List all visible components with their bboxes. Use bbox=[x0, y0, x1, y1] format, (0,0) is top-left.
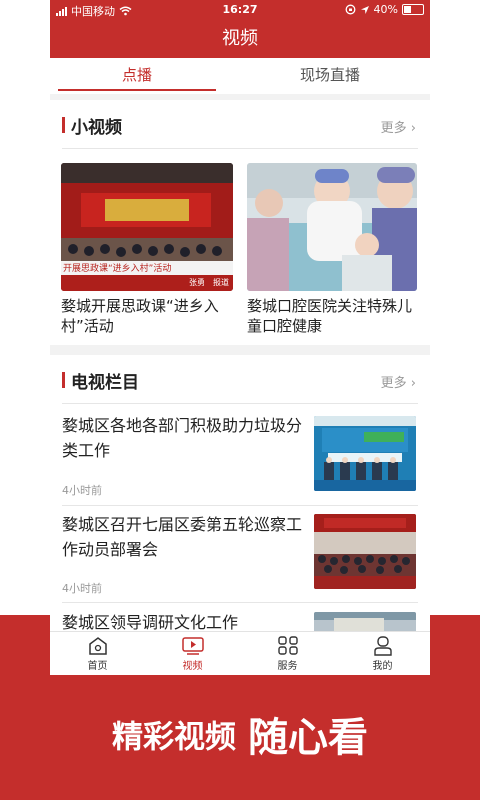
news-time: 4小时前 bbox=[62, 484, 102, 497]
bottom-nav: 首页 视频 服务 我的 bbox=[50, 631, 430, 675]
divider bbox=[62, 602, 418, 603]
nav-label: 我的 bbox=[372, 661, 393, 672]
page-title: 视频 bbox=[50, 20, 430, 58]
short-video-section: 小视频 更多 › 开展思政课“进乡入村”活动 张勇 报道 婺城开展思政课“进乡入… bbox=[50, 100, 430, 345]
lock-rotation-icon bbox=[345, 4, 355, 15]
short-video-more-link[interactable]: 更多 › bbox=[381, 117, 416, 136]
divider bbox=[62, 505, 418, 506]
news-title[interactable]: 婺城区各地各部门积极助力垃圾分类工作 bbox=[62, 413, 302, 463]
thumbnail-banner-text: 开展思政课“进乡入村”活动 bbox=[63, 264, 172, 274]
video-thumbnail[interactable]: 开展思政课“进乡入村”活动 张勇 报道 bbox=[61, 163, 233, 291]
news-title[interactable]: 婺城区召开七届区委第五轮巡察工作动员部署会 bbox=[62, 512, 302, 562]
home-icon bbox=[88, 637, 107, 655]
chevron-right-icon: › bbox=[406, 121, 416, 136]
active-tab-indicator bbox=[58, 89, 216, 91]
location-icon bbox=[360, 5, 369, 14]
news-time: 4小时前 bbox=[62, 582, 102, 595]
nav-home[interactable]: 首页 bbox=[50, 632, 145, 675]
grid-icon bbox=[277, 636, 298, 655]
chevron-right-icon: › bbox=[406, 376, 416, 391]
section-marker bbox=[62, 117, 65, 133]
nav-services[interactable]: 服务 bbox=[240, 632, 335, 675]
nav-profile[interactable]: 我的 bbox=[335, 632, 430, 675]
news-thumbnail[interactable] bbox=[314, 416, 416, 491]
nav-label: 首页 bbox=[87, 661, 108, 672]
slogan-part-2: 随心看 bbox=[248, 715, 368, 761]
divider bbox=[62, 148, 418, 149]
status-bar: 中国移动 16:27 40% bbox=[50, 0, 430, 20]
video-thumbnail[interactable] bbox=[247, 163, 417, 291]
tv-columns-section: 电视栏目 更多 › 婺城区各地各部门积极助力垃圾分类工作 4小时前 婺城区召开七… bbox=[50, 355, 430, 675]
phone-screen: 中国移动 16:27 40% 视频 点播 现场直播 小视频 更多 › 开展思政课… bbox=[50, 0, 430, 675]
tab-live[interactable]: 现场直播 bbox=[240, 58, 420, 92]
nav-video[interactable]: 视频 bbox=[145, 632, 240, 675]
battery-icon bbox=[402, 4, 424, 15]
thumbnail-source-text: 张勇 报道 bbox=[189, 278, 229, 287]
nav-label: 视频 bbox=[182, 661, 203, 672]
tv-columns-more-link[interactable]: 更多 › bbox=[381, 372, 416, 391]
user-icon bbox=[373, 636, 392, 656]
video-icon bbox=[181, 637, 204, 655]
tab-on-demand[interactable]: 点播 bbox=[58, 58, 216, 92]
divider bbox=[62, 403, 418, 404]
section-title: 电视栏目 bbox=[71, 372, 139, 393]
section-title: 小视频 bbox=[71, 117, 122, 138]
video-caption[interactable]: 婺城开展思政课“进乡入村”活动 bbox=[61, 296, 233, 336]
battery-percent: 40% bbox=[373, 3, 398, 16]
news-thumbnail[interactable] bbox=[314, 514, 416, 589]
slogan-part-1: 精彩视频 bbox=[112, 719, 236, 756]
promo-slogan: 精彩视频 随心看 bbox=[0, 705, 480, 763]
tab-bar: 点播 现场直播 bbox=[50, 58, 430, 94]
section-marker bbox=[62, 372, 65, 388]
nav-label: 服务 bbox=[277, 661, 298, 672]
video-caption[interactable]: 婺城口腔医院关注特殊儿童口腔健康 bbox=[247, 296, 419, 336]
